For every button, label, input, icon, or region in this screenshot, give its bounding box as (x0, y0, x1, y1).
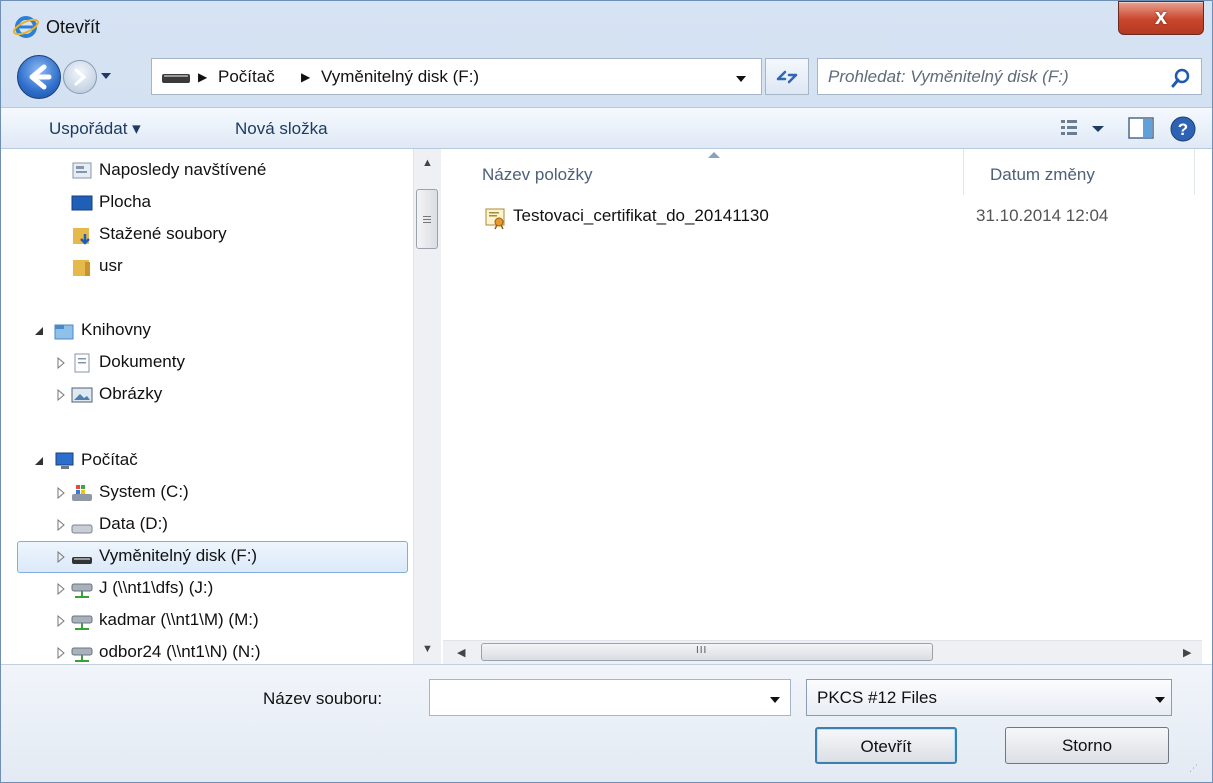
collapsed-triangle-icon[interactable] (55, 487, 67, 499)
network-drive-icon (71, 583, 93, 598)
nav-item-network-m[interactable]: kadmar (\\nt1\M) (M:) (51, 607, 406, 637)
search-icon[interactable] (1170, 67, 1192, 89)
window-title: Otevřít (46, 17, 101, 37)
column-separator[interactable] (1194, 149, 1195, 195)
file-name-label: Název souboru: (263, 689, 383, 708)
libraries-icon (54, 324, 74, 340)
svg-text:?: ? (1178, 120, 1188, 139)
collapsed-triangle-icon[interactable] (55, 615, 67, 627)
column-header-date[interactable]: Datum změny (964, 149, 1194, 195)
nav-item-network-n[interactable]: odbor24 (\\nt1\N) (N:) (51, 639, 406, 664)
file-list: Název položky Datum změny Testovaci_cert… (443, 149, 1212, 664)
nav-item-data-d[interactable]: Data (D:) (51, 511, 406, 541)
chevron-down-icon[interactable] (1153, 695, 1167, 705)
chevron-down-icon[interactable] (768, 695, 782, 705)
internet-explorer-icon (13, 16, 39, 38)
nav-item-network-j[interactable]: J (\\nt1\dfs) (J:) (51, 575, 406, 605)
recent-pages-dropdown-icon[interactable] (99, 69, 113, 83)
new-folder-button[interactable]: Nová složka (235, 119, 328, 139)
breadcrumb-arrow-icon[interactable]: ▶ (301, 70, 310, 84)
breadcrumb-removable-disk[interactable]: Vyměnitelný disk (F:) (321, 67, 479, 87)
nav-item-computer[interactable]: Počítač (29, 447, 406, 477)
file-name-input[interactable] (430, 680, 760, 715)
close-icon: x (1154, 4, 1168, 29)
content-area: Naposledy navštívené Plocha Stažené soub… (1, 149, 1212, 664)
sort-ascending-icon (708, 152, 720, 158)
cancel-button[interactable]: Storno (1005, 727, 1169, 764)
nav-item-system-c[interactable]: System (C:) (51, 479, 406, 509)
network-drive-icon (71, 647, 93, 662)
view-options-icon[interactable] (1059, 115, 1111, 141)
arrow-left-icon (29, 64, 52, 90)
nav-item-recent-places[interactable]: Naposledy navštívené (51, 157, 406, 187)
organize-button[interactable]: Uspořádat ▾ (49, 119, 141, 139)
computer-icon (55, 452, 74, 469)
pictures-icon (71, 387, 93, 403)
nav-item-downloads[interactable]: Stažené soubory (51, 221, 406, 251)
network-drive-icon (71, 615, 93, 630)
collapsed-triangle-icon[interactable] (55, 519, 67, 531)
scroll-up-icon[interactable]: ▲ (422, 157, 433, 169)
forward-button[interactable] (63, 60, 97, 94)
nav-item-pictures[interactable]: Obrázky (51, 381, 406, 411)
removable-drive-icon (162, 74, 190, 83)
back-button[interactable] (17, 55, 61, 99)
title-bar: Otevřít x (1, 1, 1212, 49)
close-button[interactable]: x (1118, 1, 1204, 35)
search-box[interactable] (817, 58, 1202, 95)
refresh-button[interactable] (765, 58, 809, 95)
arrow-right-icon (74, 68, 87, 86)
nav-item-libraries[interactable]: Knihovny (29, 317, 406, 347)
file-name: Testovaci_certifikat_do_20141130 (513, 206, 769, 225)
recent-places-icon (72, 162, 92, 179)
file-type-select[interactable]: PKCS #12 Files (806, 679, 1172, 716)
help-icon[interactable]: ? (1169, 115, 1197, 143)
file-date: 31.10.2014 12:04 (976, 206, 1109, 225)
address-bar[interactable]: ▶ Počítač ▶ Vyměnitelný disk (F:) (151, 58, 762, 95)
search-input[interactable] (818, 59, 1168, 94)
removable-drive-icon (72, 557, 92, 564)
file-horizontal-scrollbar[interactable]: ◀ III ▶ (443, 640, 1202, 664)
collapsed-triangle-icon[interactable] (55, 389, 67, 401)
scroll-down-icon[interactable]: ▼ (422, 643, 433, 655)
address-row: ▶ Počítač ▶ Vyměnitelný disk (F:) (1, 49, 1212, 107)
scroll-right-icon[interactable]: ▶ (1183, 646, 1191, 659)
nav-item-desktop[interactable]: Plocha (51, 189, 406, 219)
resize-grip-icon[interactable]: ⋰ (1189, 763, 1198, 774)
table-row[interactable]: Testovaci_certifikat_do_20141130 31.10.2… (481, 201, 1201, 233)
downloads-icon (73, 228, 90, 245)
column-header-name[interactable]: Název položky (443, 149, 963, 195)
nav-vertical-scrollbar[interactable]: ▲ ▼ (413, 149, 441, 664)
chevron-down-icon[interactable] (734, 74, 748, 84)
navigation-pane: Naposledy navštívené Plocha Stažené soub… (1, 149, 413, 664)
refresh-icon (776, 70, 798, 84)
desktop-icon (71, 195, 93, 211)
collapsed-triangle-icon[interactable] (55, 357, 67, 369)
file-type-value: PKCS #12 Files (817, 688, 937, 707)
expanded-triangle-icon[interactable] (33, 455, 45, 467)
collapsed-triangle-icon[interactable] (55, 583, 67, 595)
collapsed-triangle-icon[interactable] (55, 647, 67, 659)
nav-item-usr[interactable]: usr (51, 253, 406, 283)
certificate-icon (485, 208, 505, 230)
expanded-triangle-icon[interactable] (33, 325, 45, 337)
file-name-panel: Název souboru: PKCS #12 Files Otevřít St… (1, 664, 1212, 782)
documents-icon (74, 353, 90, 373)
scroll-left-icon[interactable]: ◀ (457, 646, 465, 659)
open-file-dialog: Otevřít x ▶ Počítač ▶ Vyměnitelný disk (… (0, 0, 1213, 783)
preview-pane-icon[interactable] (1126, 115, 1156, 141)
file-name-combobox[interactable] (429, 679, 791, 716)
nav-item-documents[interactable]: Dokumenty (51, 349, 406, 379)
nav-scroll-thumb[interactable] (416, 189, 438, 249)
collapsed-triangle-icon[interactable] (55, 551, 67, 563)
breadcrumb-computer[interactable]: Počítač (218, 67, 275, 87)
command-bar: Uspořádat ▾ Nová složka ? (1, 107, 1212, 149)
drive-icon (71, 524, 93, 534)
file-scroll-thumb[interactable]: III (481, 643, 933, 661)
system-drive-icon (72, 485, 92, 501)
user-folder-icon (73, 260, 90, 276)
open-button[interactable]: Otevřít (815, 727, 957, 764)
nav-item-removable-f[interactable]: Vyměnitelný disk (F:) (17, 541, 408, 573)
breadcrumb-arrow-icon[interactable]: ▶ (198, 70, 207, 84)
